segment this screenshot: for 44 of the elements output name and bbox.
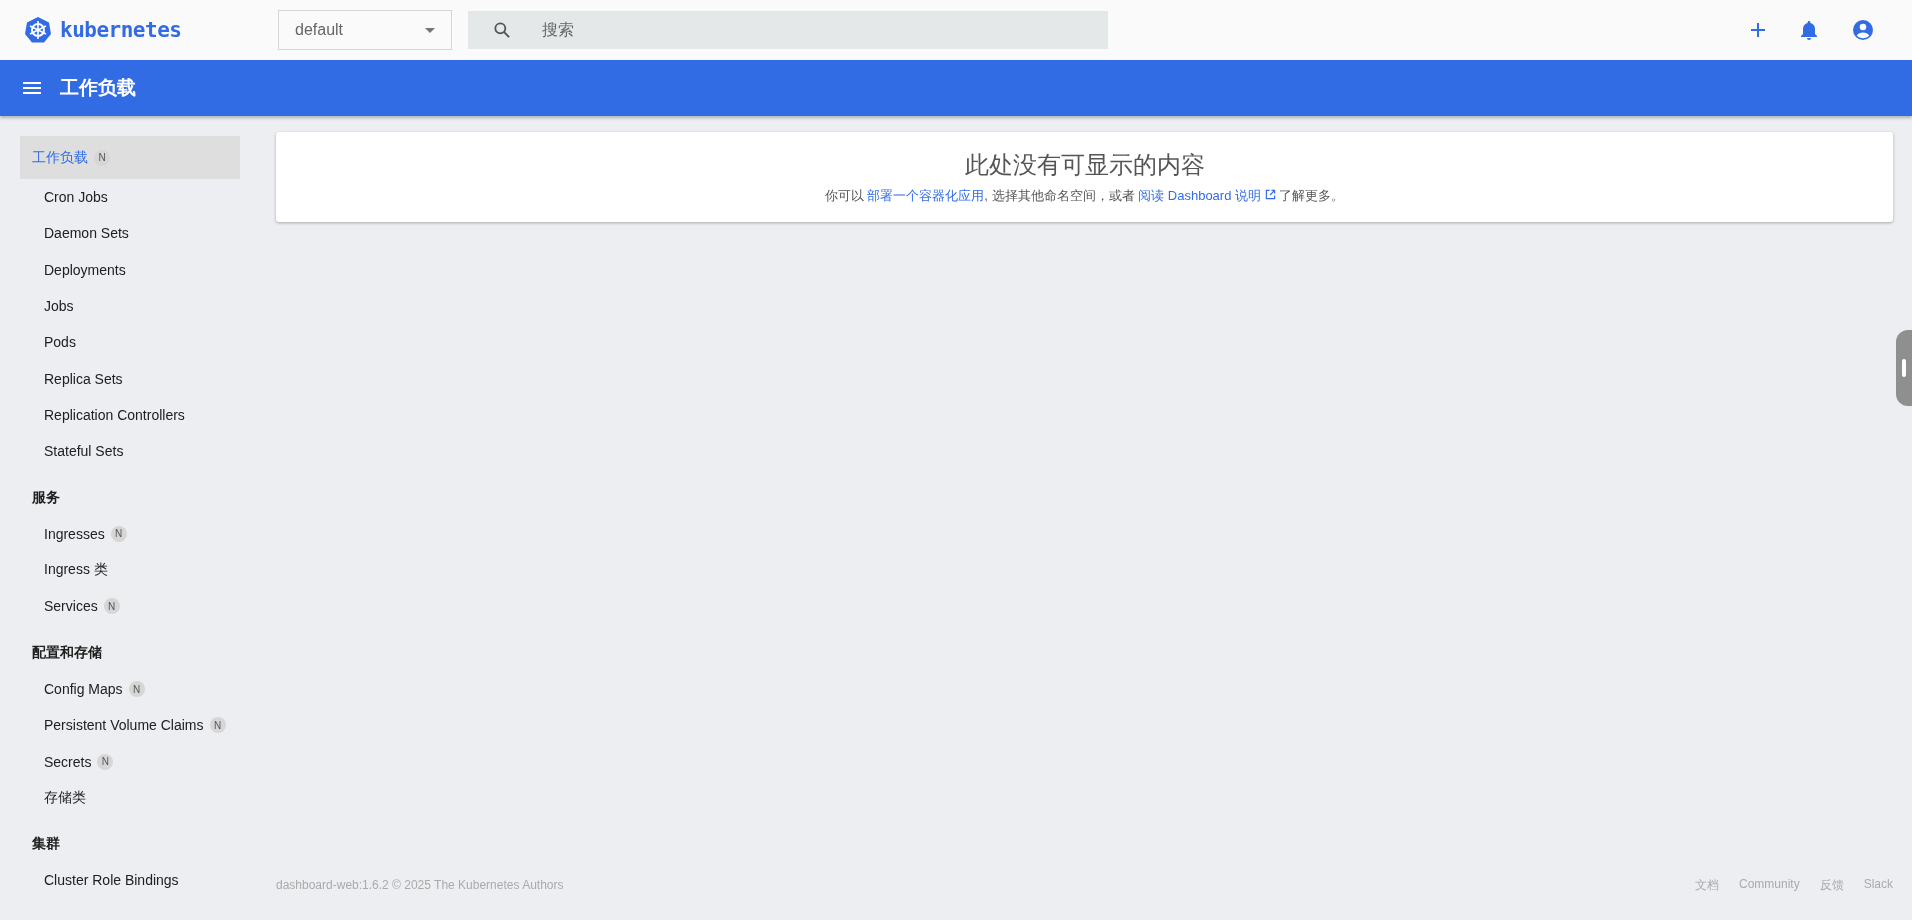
side-panel-handle[interactable] bbox=[1896, 330, 1912, 406]
nav-section-item[interactable]: 配置和存储 bbox=[20, 634, 240, 671]
new-badge: N bbox=[103, 598, 120, 615]
nav-section-item[interactable]: 服务 bbox=[20, 479, 240, 516]
nav-item[interactable]: Pods bbox=[20, 324, 240, 361]
logo-text[interactable]: kubernetes bbox=[60, 18, 182, 42]
namespace-dropdown[interactable]: default bbox=[278, 10, 452, 50]
nav-item[interactable]: Secrets N bbox=[20, 743, 240, 780]
nav-item[interactable]: Jobs bbox=[20, 287, 240, 325]
nav-item[interactable]: Cron Jobs bbox=[20, 179, 240, 216]
nav-item[interactable]: Deployments bbox=[20, 251, 240, 288]
nav-item[interactable]: Replication Controllers bbox=[20, 396, 240, 434]
nav-section-item[interactable]: 工作负载 N bbox=[20, 136, 240, 179]
search-field[interactable]: 搜索 bbox=[468, 11, 1108, 49]
nav-item[interactable]: 存储类 bbox=[20, 779, 240, 817]
nav-item[interactable]: Services N bbox=[20, 588, 240, 625]
nav-item[interactable]: Stateful Sets bbox=[20, 433, 240, 470]
new-badge: N bbox=[110, 525, 127, 542]
menu-icon[interactable] bbox=[23, 82, 41, 94]
new-badge: N bbox=[94, 149, 110, 166]
plus-icon[interactable] bbox=[1750, 22, 1766, 38]
new-badge: N bbox=[128, 681, 145, 697]
nav-item[interactable]: Cluster Role Bindings bbox=[20, 862, 240, 899]
docs-link[interactable]: 阅读 Dashboard 说明 bbox=[1138, 188, 1276, 203]
helm-wheel-icon bbox=[24, 16, 52, 44]
nav-item[interactable]: Ingresses N bbox=[20, 515, 240, 552]
nav-section-item[interactable]: 集群 bbox=[20, 826, 240, 863]
new-badge: N bbox=[209, 717, 226, 734]
page-title: 工作负载 bbox=[60, 76, 136, 100]
nav-item[interactable]: Persistent Volume Claims N bbox=[20, 707, 240, 744]
version-text: dashboard-web:1.6.2 © 2025 The Kubernetes Authors bbox=[276, 878, 564, 892]
empty-state-title: 此处没有可显示的内容 bbox=[964, 150, 1205, 180]
bell-icon[interactable] bbox=[1800, 20, 1818, 40]
deploy-link[interactable]: 部署一个容器化应用 bbox=[867, 188, 985, 203]
nav-item[interactable]: Daemon Sets bbox=[20, 215, 240, 252]
empty-state-message: 你可以 部署一个容器化应用, 选择其他命名空间，或者 阅读 Dashboard 说明 了解更多。 bbox=[824, 187, 1345, 205]
nav-item[interactable]: Ingress 类 bbox=[20, 551, 240, 589]
caret-icon bbox=[425, 27, 435, 33]
nav-item[interactable]: Config Maps N bbox=[20, 670, 240, 708]
search-icon bbox=[492, 20, 512, 40]
account-icon[interactable] bbox=[1852, 19, 1874, 41]
nav-item[interactable]: Replica Sets bbox=[20, 360, 240, 397]
new-badge: N bbox=[97, 753, 114, 770]
external-link-icon bbox=[1264, 189, 1276, 200]
